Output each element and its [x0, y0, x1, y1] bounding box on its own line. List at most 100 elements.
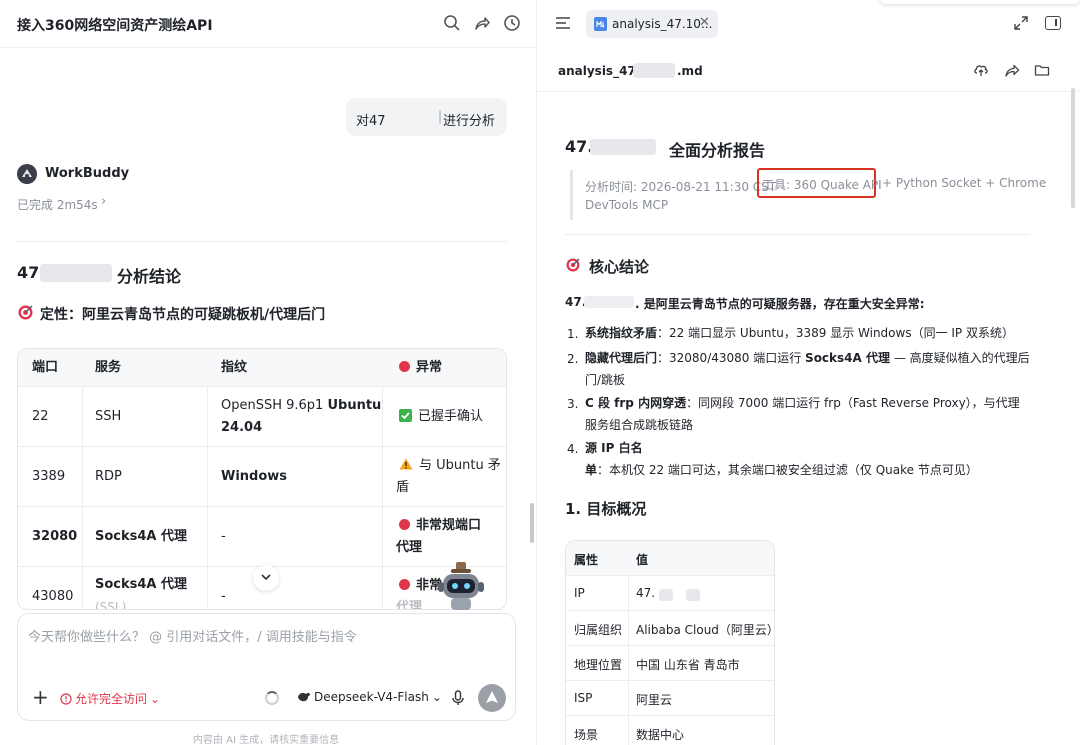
- table-row: 归属组织 Alibaba Cloud（阿里云）: [566, 611, 775, 646]
- header-port: 端口: [32, 360, 59, 375]
- cell-fingerprint: Windows: [221, 469, 288, 484]
- scrollbar[interactable]: [530, 503, 534, 543]
- overview-table: 属性 值 IP 47. 归属组织 Alibaba Cloud（阿里云） 地理位置…: [565, 540, 775, 745]
- alert-circle-icon: [60, 693, 72, 705]
- table-row: ISP 阿里云: [566, 681, 774, 716]
- red-circle-icon: [399, 579, 410, 590]
- markdown-file-icon: [594, 17, 607, 31]
- table-row: 3389 RDP Windows 与 Ubuntu 矛 盾: [18, 447, 506, 507]
- list-number: 4.: [567, 442, 579, 456]
- cell-anomaly-line2: 代理: [396, 600, 423, 610]
- user-message-suffix: 进行分析: [443, 114, 496, 129]
- loading-spinner-icon: [265, 691, 279, 705]
- check-icon: [399, 409, 412, 422]
- cell-value: 中国 山东省 青岛市: [636, 658, 740, 672]
- send-button[interactable]: [478, 684, 506, 712]
- scrollbar[interactable]: [1071, 88, 1075, 208]
- chat-input[interactable]: [28, 626, 498, 666]
- cell-anomaly: 非常规端口: [399, 515, 481, 537]
- meta-tools-rest: + Python Socket + Chrome: [882, 176, 1047, 190]
- add-attachment-button[interactable]: +: [32, 687, 49, 707]
- bot-status[interactable]: 已完成 2m54s: [17, 196, 98, 213]
- scroll-down-button[interactable]: [253, 565, 279, 591]
- redacted-ip: [590, 139, 656, 155]
- header-value: 值: [636, 553, 649, 567]
- cell-anomaly: 与 Ubuntu 矛: [399, 455, 501, 477]
- user-message-bubble: 对47 进行分析: [346, 98, 507, 136]
- tab-analysis-file[interactable]: analysis_47.10... ✕: [586, 10, 718, 38]
- ai-disclaimer: 内容由 AI 生成，请核实重要信息: [192, 735, 340, 745]
- search-icon[interactable]: [443, 14, 461, 32]
- document-toolbar: analysis_47.. .md: [538, 48, 1080, 92]
- core-conclusion-heading: 核心结论: [589, 258, 650, 276]
- table-row: 场景 数据中心: [566, 716, 774, 745]
- target-icon: [565, 257, 581, 273]
- cell-service: SSH: [95, 409, 122, 424]
- chevron-down-icon: ⌄: [431, 690, 442, 704]
- meta-time: 分析时间: 2026-08-21 11:30 CST: [585, 180, 777, 194]
- expand-icon[interactable]: [1014, 16, 1028, 30]
- cell-value: 47.: [636, 586, 656, 600]
- header-anomaly: 异常: [399, 357, 442, 379]
- document-pane: analysis_47.10... ✕ analysis_47.. .md 47…: [538, 0, 1080, 745]
- cell-value: 数据中心: [636, 728, 685, 742]
- microphone-icon[interactable]: [451, 690, 465, 706]
- cell-key: ISP: [574, 691, 593, 705]
- header-service: 服务: [95, 360, 122, 375]
- history-icon[interactable]: [503, 14, 521, 32]
- target-icon: [17, 304, 34, 321]
- chat-pane: 接入360网络空间资产测绘API 对47 进行分析 WorkBuddy 已完成 …: [0, 0, 537, 745]
- list-item: 源 IP 白名单：本机仅 22 端口可达，其余端口被安全组过滤（仅 Quake …: [585, 441, 978, 477]
- upload-icon[interactable]: [973, 62, 989, 78]
- redacted-ip: [686, 589, 700, 601]
- table-row: IP 47.: [566, 576, 774, 611]
- divider: [565, 234, 1030, 235]
- chevron-down-icon: [261, 574, 271, 581]
- chevron-down-icon: ⌄: [150, 692, 161, 706]
- list-item: 系统指纹矛盾：22 端口显示 Ubuntu，3389 显示 Windows（同一…: [585, 326, 1014, 340]
- cell-port: 22: [32, 409, 49, 424]
- permission-dropdown[interactable]: 允许完全访问 ⌄: [60, 690, 160, 707]
- share-icon[interactable]: [473, 14, 491, 32]
- robot-mascot-icon[interactable]: [434, 562, 488, 612]
- close-icon[interactable]: ✕: [699, 15, 710, 30]
- document-filename: analysis_47..: [558, 64, 645, 78]
- share-icon[interactable]: [1004, 62, 1020, 78]
- chat-title: 接入360网络空间资产测绘API: [17, 18, 213, 34]
- cell-service: Socks4A 代理: [95, 577, 188, 592]
- sidebar-toggle-icon[interactable]: [1045, 16, 1061, 30]
- chevron-right-icon[interactable]: ›: [101, 194, 106, 209]
- document-filename-ext: .md: [677, 64, 703, 78]
- table-header-row: 端口 服务 指纹 异常: [18, 349, 506, 387]
- cell-value: Alibaba Cloud（阿里云）: [636, 623, 775, 637]
- redacted-ip: [659, 589, 673, 601]
- model-selector[interactable]: Deepseek-V4-Flash ⌄: [297, 690, 442, 704]
- avatar: [17, 164, 37, 184]
- table-header-row: 属性 值: [566, 541, 774, 576]
- cell-service: Socks4A 代理: [95, 529, 188, 544]
- folder-icon[interactable]: [1034, 62, 1050, 78]
- cell-service-sub: (SSL): [95, 600, 127, 610]
- menu-icon[interactable]: [555, 16, 571, 30]
- header-attr: 属性: [574, 553, 599, 567]
- list-item: 隐藏代理后门：32080/43080 端口运行 Socks4A 代理 — 高度疑…: [585, 351, 1030, 387]
- table-row: 22 SSH OpenSSH 9.6p1 Ubuntu 24.04 已握手确认: [18, 387, 506, 447]
- composer: + 允许完全访问⌄ Deepseek-V4-Flash⌄: [17, 613, 516, 721]
- tab-label: analysis_47.10...: [612, 17, 713, 31]
- redacted-ip: [584, 296, 634, 308]
- divider: [17, 241, 507, 242]
- cell-fingerprint: -: [221, 589, 226, 604]
- meta-tool: 工具: 360 Quake API: [762, 178, 882, 192]
- verdict-heading: 定性：阿里云青岛节点的可疑跳板机/代理后门: [40, 307, 326, 323]
- cell-key: 地理位置: [574, 658, 623, 672]
- list-number: 3.: [567, 397, 579, 411]
- meta-line2: DevTools MCP: [585, 198, 669, 212]
- cell-anomaly-line2: 盾: [396, 480, 410, 495]
- redacted-ip: [40, 264, 112, 282]
- cell-service: RDP: [95, 469, 122, 484]
- list-number: 2.: [567, 352, 579, 366]
- table-row: 32080 Socks4A 代理 - 非常规端口 代理: [18, 507, 506, 567]
- answer-title: 分析结论: [117, 267, 182, 286]
- cell-anomaly: 已握手确认: [399, 406, 483, 428]
- cell-key: 场景: [574, 728, 599, 742]
